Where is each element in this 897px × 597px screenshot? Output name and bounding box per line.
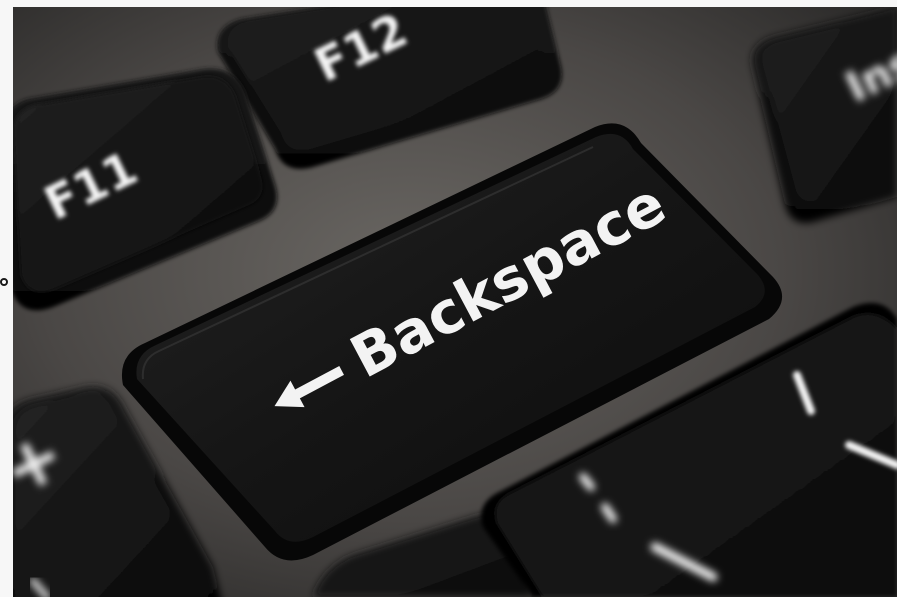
screenshot-frame: F11 F12 Ins Backspace +: [0, 0, 897, 597]
keyboard-photo: F11 F12 Ins Backspace +: [13, 7, 897, 597]
list-bullet-icon: [0, 278, 8, 286]
top-margin: [0, 0, 897, 7]
left-margin: [0, 0, 13, 597]
keyboard-photo-drawing: F11 F12 Ins Backspace +: [13, 7, 897, 597]
